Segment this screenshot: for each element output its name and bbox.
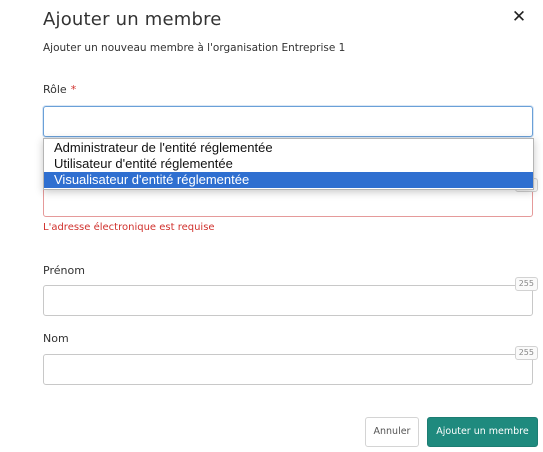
last-name-label: Nom [43,332,69,345]
first-name-char-counter: 255 [514,277,538,291]
cancel-button[interactable]: Annuler [365,417,419,447]
last-name-char-counter: 255 [514,346,538,360]
email-error-message: L'adresse électronique est requise [43,222,215,233]
first-name-label: Prénom [43,264,85,277]
first-name-field[interactable]: 255 [43,277,538,316]
role-label: Rôle * [43,83,76,96]
close-icon[interactable]: ✕ [511,9,527,26]
email-field[interactable]: 255 [43,178,538,217]
role-label-text: Rôle [43,83,67,96]
role-option-administrator[interactable]: Administrateur de l'entité réglementée [44,140,533,156]
last-name-field[interactable]: 255 [43,346,538,385]
role-select[interactable] [43,106,533,137]
role-option-viewer[interactable]: Visualisateur d'entité réglementée [44,172,533,188]
required-mark: * [70,83,77,96]
modal-title: Ajouter un membre [43,9,222,30]
role-dropdown-list[interactable]: Administrateur de l'entité réglementée U… [43,138,534,190]
add-member-button[interactable]: Ajouter un membre [427,417,538,447]
role-option-user[interactable]: Utilisateur d'entité réglementée [44,156,533,172]
modal-subtitle: Ajouter un nouveau membre à l'organisati… [43,42,346,54]
